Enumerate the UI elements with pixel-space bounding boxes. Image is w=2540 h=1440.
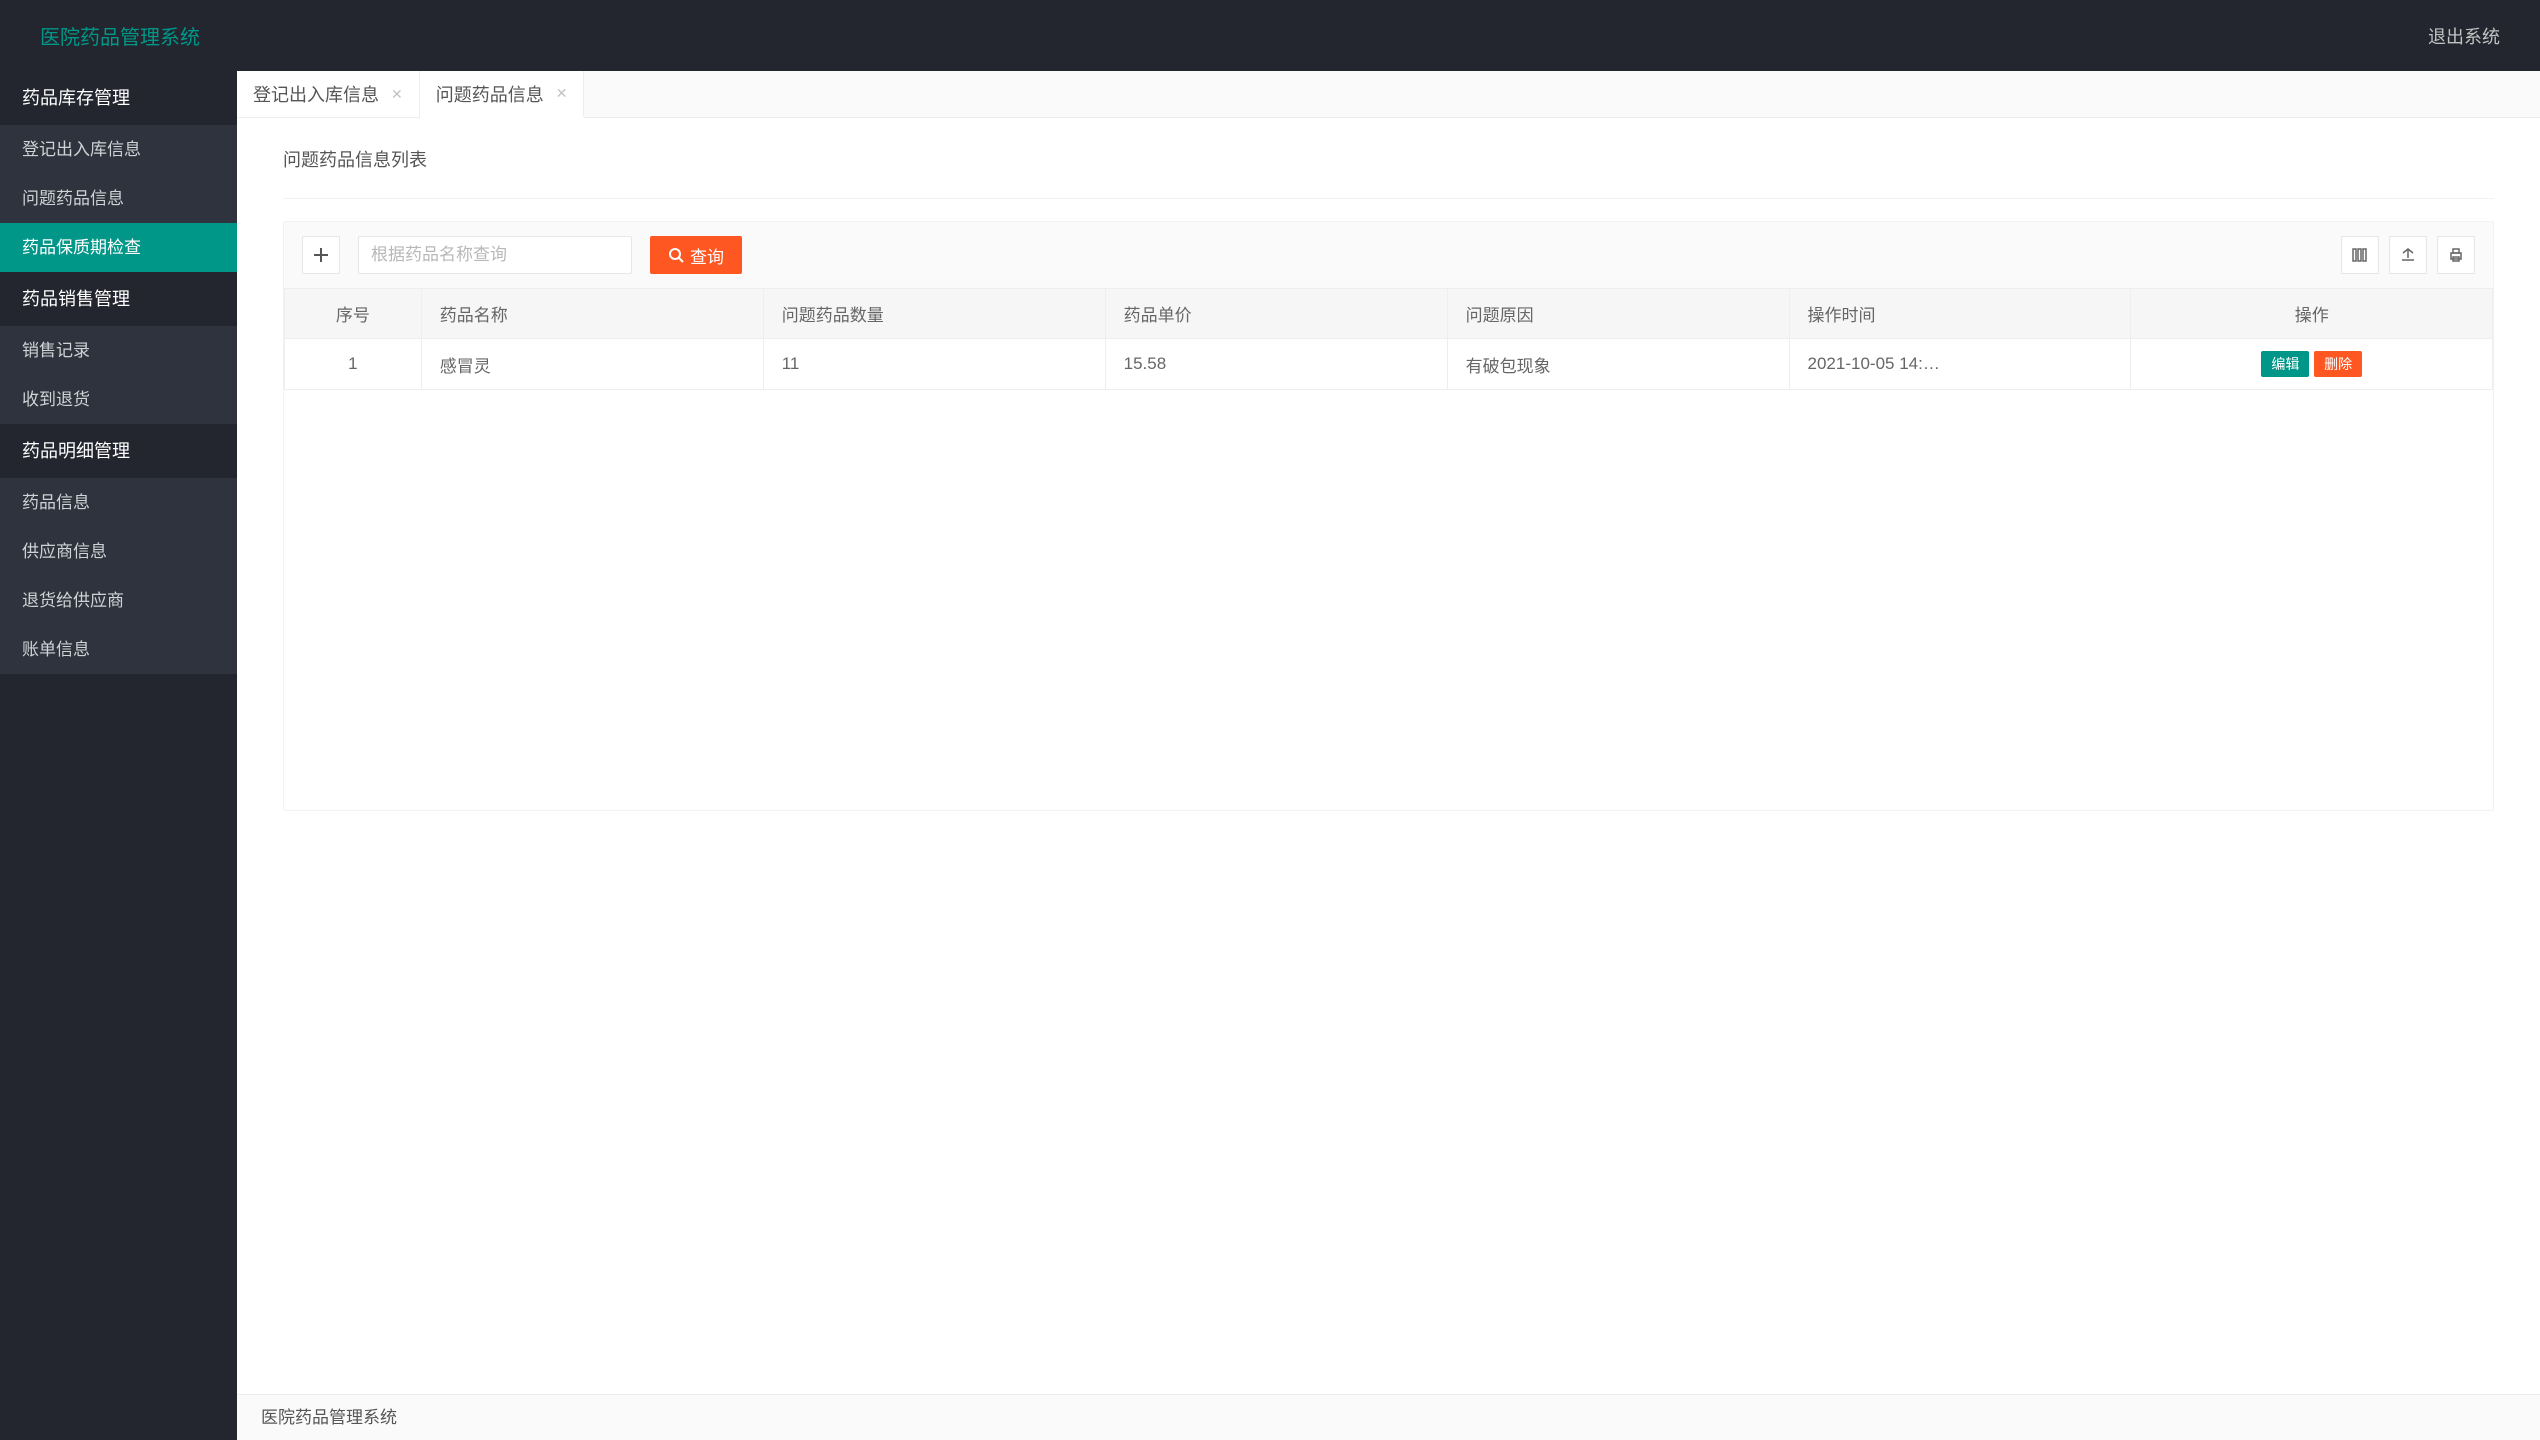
close-icon[interactable]: ✕	[391, 86, 403, 103]
export-icon	[2400, 247, 2416, 263]
add-button[interactable]	[302, 236, 340, 274]
tab-register-inout[interactable]: 登记出入库信息 ✕	[237, 71, 420, 117]
cell-time: 2021-10-05 14:…	[1789, 339, 2131, 390]
sidebar-item-expiry-check[interactable]: 药品保质期检查	[0, 223, 237, 272]
footer: 医院药品管理系统	[237, 1394, 2540, 1440]
edit-button[interactable]: 编辑	[2261, 351, 2309, 377]
search-input[interactable]	[358, 236, 632, 274]
sidebar-item-bill-info[interactable]: 账单信息	[0, 625, 237, 674]
cell-name: 感冒灵	[421, 339, 763, 390]
sidebar-item-drug-info[interactable]: 药品信息	[0, 478, 237, 527]
tab-label: 问题药品信息	[436, 81, 544, 107]
search-icon	[668, 247, 684, 263]
plus-icon	[313, 247, 329, 263]
columns-icon	[2352, 247, 2368, 263]
sidebar-item-returns-received[interactable]: 收到退货	[0, 375, 237, 424]
table-card: 查询	[283, 221, 2494, 811]
export-button[interactable]	[2389, 236, 2427, 274]
sidebar-item-problem-drug[interactable]: 问题药品信息	[0, 174, 237, 223]
nav-group-sales[interactable]: 药品销售管理	[0, 272, 237, 326]
header: 医院药品管理系统 退出系统	[0, 0, 2540, 71]
data-table: 序号 药品名称 问题药品数量 药品单价 问题原因 操作时间 操作 1 感冒灵	[284, 288, 2493, 390]
cell-qty: 11	[763, 339, 1105, 390]
col-action: 操作	[2131, 289, 2493, 339]
sidebar-item-supplier-info[interactable]: 供应商信息	[0, 527, 237, 576]
sidebar-item-register-inout[interactable]: 登记出入库信息	[0, 125, 237, 174]
sidebar: 药品库存管理 登记出入库信息 问题药品信息 药品保质期检查 药品销售管理 销售记…	[0, 71, 237, 1440]
delete-button[interactable]: 删除	[2314, 351, 2362, 377]
brand-title: 医院药品管理系统	[40, 21, 200, 50]
cell-index: 1	[285, 339, 422, 390]
sidebar-item-return-supplier[interactable]: 退货给供应商	[0, 576, 237, 625]
cell-reason: 有破包现象	[1447, 339, 1789, 390]
page-title: 问题药品信息列表	[283, 146, 2494, 172]
col-name: 药品名称	[421, 289, 763, 339]
nav-group-inventory[interactable]: 药品库存管理	[0, 71, 237, 125]
col-price: 药品单价	[1105, 289, 1447, 339]
print-icon	[2448, 247, 2464, 263]
table-row: 1 感冒灵 11 15.58 有破包现象 2021-10-05 14:… 编辑 …	[285, 339, 2493, 390]
tab-label: 登记出入库信息	[253, 81, 379, 107]
search-button-label: 查询	[690, 243, 724, 268]
nav-group-detail[interactable]: 药品明细管理	[0, 424, 237, 478]
table-header-row: 序号 药品名称 问题药品数量 药品单价 问题原因 操作时间 操作	[285, 289, 2493, 339]
col-time: 操作时间	[1789, 289, 2131, 339]
logout-link[interactable]: 退出系统	[2428, 23, 2500, 49]
close-icon[interactable]: ✕	[556, 85, 568, 102]
search-button[interactable]: 查询	[650, 236, 742, 274]
cell-action: 编辑 删除	[2131, 339, 2493, 390]
toolbar: 查询	[284, 222, 2493, 288]
tabs-bar: 登记出入库信息 ✕ 问题药品信息 ✕	[237, 71, 2540, 118]
tab-problem-drug[interactable]: 问题药品信息 ✕	[420, 71, 585, 118]
col-reason: 问题原因	[1447, 289, 1789, 339]
col-qty: 问题药品数量	[763, 289, 1105, 339]
col-index: 序号	[285, 289, 422, 339]
cell-price: 15.58	[1105, 339, 1447, 390]
columns-button[interactable]	[2341, 236, 2379, 274]
sidebar-item-sales-record[interactable]: 销售记录	[0, 326, 237, 375]
print-button[interactable]	[2437, 236, 2475, 274]
